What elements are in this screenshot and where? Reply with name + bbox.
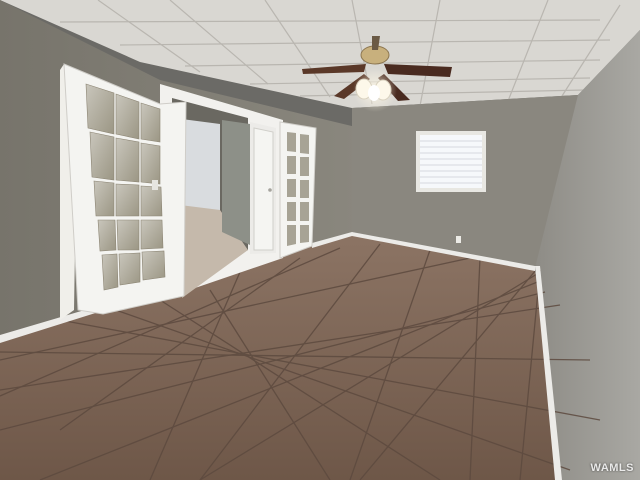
watermark-text: WAMLS — [590, 462, 634, 474]
room-illustration — [0, 0, 640, 480]
french-door-right — [279, 121, 317, 259]
window-with-blinds — [416, 131, 486, 192]
wall-outlet — [456, 236, 461, 243]
room-photo: WAMLS — [0, 0, 640, 480]
